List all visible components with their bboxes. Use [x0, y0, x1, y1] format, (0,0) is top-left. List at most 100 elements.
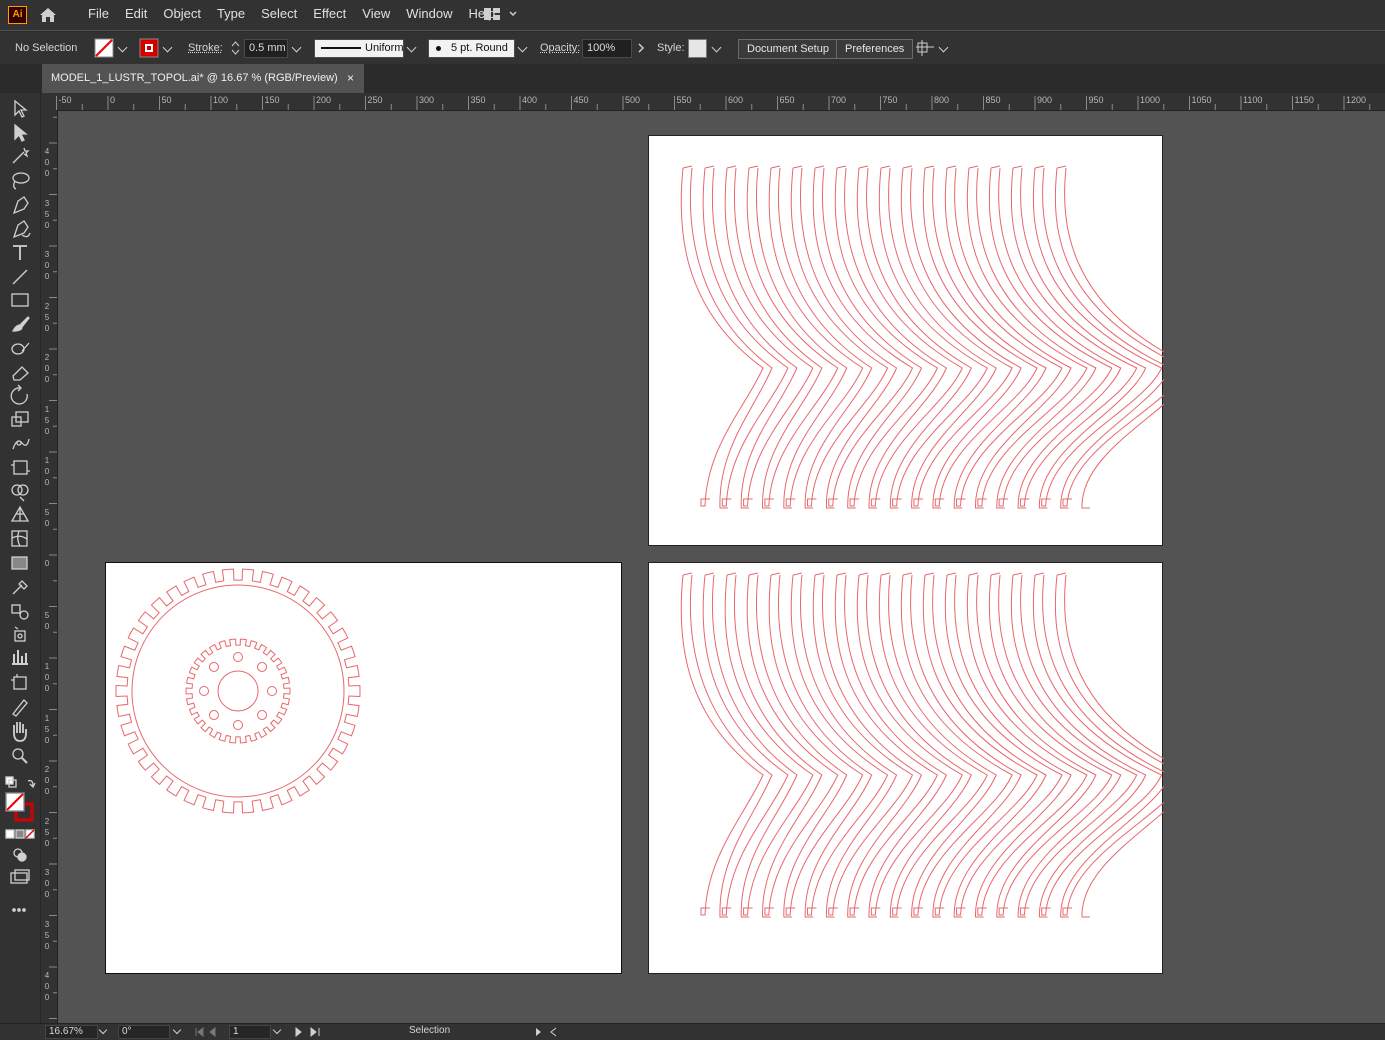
bolt-hole	[200, 687, 209, 696]
shape-builder-icon[interactable]	[12, 485, 28, 501]
eraser-icon[interactable]	[13, 367, 28, 380]
stroke-stepper-icon[interactable]	[231, 40, 240, 56]
rotation-input[interactable]: 0°	[118, 1025, 170, 1039]
swap-fill-stroke-icon[interactable]	[28, 781, 35, 787]
slat-outline	[879, 573, 996, 917]
status-scroll-arrows-icon[interactable]	[534, 1027, 558, 1037]
home-icon[interactable]	[38, 6, 58, 24]
drawing-modes-icon[interactable]	[14, 849, 26, 861]
stroke-weight-dropdown-icon[interactable]	[292, 43, 302, 53]
menu-view[interactable]: View	[354, 0, 398, 30]
ruler-label: 100	[43, 661, 51, 694]
puppet-warp-icon[interactable]	[13, 439, 29, 449]
artboard-dropdown-icon[interactable]	[273, 1026, 281, 1034]
horizontal-ruler[interactable]: -50 0 50 100 150 200 250 300 350 400 450 500 550 600 6…	[41, 93, 1385, 111]
menu-effect[interactable]: Effect	[305, 0, 354, 30]
zoom-icon[interactable]	[13, 749, 27, 763]
arrange-dropdown-icon[interactable]	[939, 43, 949, 53]
stroke-weight-input[interactable]: 0.5 mm	[244, 39, 288, 58]
brush-dropdown-icon[interactable]	[518, 43, 528, 53]
menu-select[interactable]: Select	[253, 0, 305, 30]
pen-icon[interactable]	[14, 197, 28, 213]
ruler-label: 100	[43, 455, 51, 488]
close-tab-icon[interactable]: ×	[347, 64, 354, 93]
curvature-icon[interactable]	[14, 221, 30, 237]
blend-icon[interactable]	[12, 605, 28, 619]
first-prev-artboard-icon[interactable]	[195, 1027, 225, 1037]
stroke-label[interactable]: Stroke:	[188, 32, 223, 64]
ruler-label: 350	[43, 919, 51, 952]
variable-width-profile[interactable]: Uniform	[314, 39, 404, 58]
shaper-icon[interactable]	[12, 343, 29, 354]
menu-window[interactable]: Window	[398, 0, 460, 30]
document-tab[interactable]: MODEL_1_LUSTR_TOPOL.ai* @ 16.67 % (RGB/P…	[42, 64, 364, 93]
more-tools-icon[interactable]	[13, 909, 25, 911]
ruler-label: 150	[43, 404, 51, 437]
perspective-grid-icon[interactable]	[12, 507, 28, 521]
bolt-hole	[234, 721, 243, 730]
document-setup-button[interactable]: Document Setup	[738, 39, 838, 59]
scale-icon[interactable]	[12, 412, 28, 426]
opacity-arrow-icon[interactable]	[637, 43, 645, 53]
artboard-slats-bottom[interactable]	[648, 562, 1163, 974]
column-graph-icon[interactable]	[12, 650, 28, 664]
line-icon[interactable]	[13, 270, 27, 284]
stroke-swatch-icon[interactable]	[139, 38, 159, 58]
fill-swatch-icon[interactable]	[94, 38, 114, 58]
color-mode-icons[interactable]	[6, 830, 34, 838]
lasso-icon[interactable]	[13, 173, 29, 189]
artboard-icon[interactable]	[11, 674, 26, 689]
selection-icon[interactable]	[15, 101, 26, 117]
ruler-label: 200	[43, 764, 51, 797]
slat-outline	[835, 166, 946, 508]
artboard-rings[interactable]	[105, 562, 622, 974]
menu-object[interactable]: Object	[155, 0, 209, 30]
vertical-ruler[interactable]: 400 350 300 250 200 150 100 50 0 50 100 150 200 250 30…	[41, 110, 58, 1023]
free-transform-icon[interactable]	[11, 461, 30, 474]
paintbrush-icon[interactable]	[13, 317, 29, 331]
rotation-dropdown-icon[interactable]	[173, 1026, 181, 1034]
direct-selection-icon[interactable]	[15, 125, 26, 141]
opacity-label[interactable]: Opacity:	[540, 32, 580, 64]
slat-array-bottom	[649, 563, 1164, 975]
symbol-sprayer-icon[interactable]	[15, 627, 25, 641]
ruler-label: 1000	[1140, 95, 1160, 105]
arrange-documents-icon[interactable]	[916, 40, 934, 56]
default-fill-stroke-icon[interactable]	[6, 777, 16, 787]
hand-icon[interactable]	[14, 722, 26, 741]
inner-gear-ring	[186, 639, 290, 743]
ruler-label: 250	[43, 301, 51, 334]
type-icon[interactable]	[13, 246, 27, 260]
bolt-hole	[268, 687, 277, 696]
preferences-button[interactable]: Preferences	[836, 39, 913, 59]
workspace-switcher-icon[interactable]	[484, 7, 520, 21]
artboard-slats-top[interactable]	[648, 135, 1163, 546]
style-swatch[interactable]	[688, 39, 707, 58]
canvas[interactable]	[58, 111, 1385, 1023]
ruler-label: 800	[934, 95, 949, 105]
mesh-icon[interactable]	[12, 531, 27, 546]
brush-definition[interactable]: 5 pt. Round	[428, 39, 515, 58]
screen-mode-icon[interactable]	[11, 870, 29, 883]
stroke-dropdown-icon[interactable]	[163, 43, 173, 53]
rotate-icon[interactable]	[11, 385, 27, 404]
menu-file[interactable]: File	[80, 0, 117, 30]
rectangle-icon[interactable]	[12, 294, 28, 306]
slat-outline	[747, 573, 847, 917]
artboard-number-input[interactable]: 1	[229, 1025, 271, 1039]
menu-edit[interactable]: Edit	[117, 0, 155, 30]
menu-type[interactable]: Type	[209, 0, 253, 30]
slice-icon[interactable]	[13, 700, 27, 716]
fill-stroke-swatch-icon[interactable]	[6, 793, 32, 820]
fill-dropdown-icon[interactable]	[118, 43, 128, 53]
eyedropper-icon[interactable]	[13, 581, 27, 594]
profile-dropdown-icon[interactable]	[407, 43, 417, 53]
ruler-label: 1100	[1243, 95, 1262, 105]
magic-wand-icon[interactable]	[13, 148, 28, 163]
next-last-artboard-icon[interactable]	[294, 1027, 324, 1037]
zoom-input[interactable]: 16.67%	[45, 1025, 98, 1039]
opacity-input[interactable]: 100%	[582, 39, 632, 58]
style-dropdown-icon[interactable]	[712, 43, 722, 53]
zoom-dropdown-icon[interactable]	[99, 1026, 107, 1034]
gradient-icon[interactable]	[12, 557, 27, 569]
